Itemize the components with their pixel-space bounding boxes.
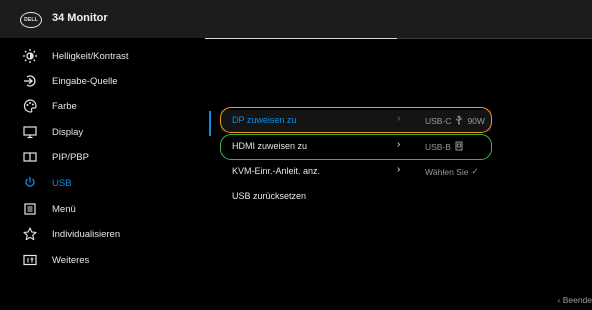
sidebar-item-label: Individualisieren xyxy=(52,228,121,240)
color-palette-icon xyxy=(22,98,38,114)
row-label: KVM-Einr.-Anleit. anz. xyxy=(232,166,321,176)
dell-logo: DELL xyxy=(20,12,42,28)
row-kvm-wizard[interactable]: KVM-Einr.-Anleit. anz. › Wählen Sie ✓ xyxy=(221,161,491,183)
header-divider-highlight xyxy=(205,38,397,39)
selection-indicator xyxy=(209,111,211,136)
brightness-icon xyxy=(22,48,38,64)
header-bar: DELL 34 Monitor xyxy=(0,0,592,38)
sidebar-item-pip-pbp[interactable]: PIP/PBP xyxy=(0,147,200,167)
check-icon: ✓ xyxy=(471,166,479,176)
sidebar-item-brightness-contrast[interactable]: Helligkeit/Kontrast xyxy=(0,46,200,66)
sidebar-item-color[interactable]: Farbe xyxy=(0,96,200,116)
chevron-right-icon: › xyxy=(397,164,401,175)
sidebar-item-menu[interactable]: Menü xyxy=(0,199,200,219)
sidebar-item-personalize[interactable]: Individualisieren xyxy=(0,224,200,244)
page-title: 34 Monitor xyxy=(52,12,108,24)
highlight-ring-green xyxy=(220,134,492,160)
sidebar-item-input-source[interactable]: Eingabe-Quelle xyxy=(0,71,200,91)
star-icon xyxy=(22,226,38,242)
highlight-ring-orange xyxy=(220,107,492,133)
sidebar-item-label: Menü xyxy=(52,203,76,215)
usb-icon xyxy=(22,175,38,191)
sidebar-item-label: Weiteres xyxy=(52,254,90,266)
display-icon xyxy=(22,124,38,140)
sidebar-item-label: Helligkeit/Kontrast xyxy=(52,50,129,62)
exit-button[interactable]: ‹ Beende xyxy=(558,295,592,305)
row-value: Wählen Sie ✓ xyxy=(425,166,479,177)
sidebar-item-label: Farbe xyxy=(52,100,77,112)
sidebar-item-others[interactable]: Weiteres xyxy=(0,250,200,270)
row-value-text: Wählen Sie xyxy=(425,166,469,177)
others-icon xyxy=(22,252,38,268)
sidebar-item-label: PIP/PBP xyxy=(52,151,89,163)
menu-icon xyxy=(22,201,38,217)
sidebar-item-label: Eingabe-Quelle xyxy=(52,75,118,87)
input-source-icon xyxy=(22,73,38,89)
sidebar-item-label: Display xyxy=(52,126,84,138)
row-label: USB zurücksetzen xyxy=(232,191,307,201)
sidebar-item-label: USB xyxy=(52,177,72,189)
sidebar-item-display[interactable]: Display xyxy=(0,122,200,142)
sidebar-item-usb[interactable]: USB xyxy=(0,173,200,193)
logo-text: DELL xyxy=(24,17,38,23)
pip-pbp-icon xyxy=(22,149,38,165)
row-usb-reset[interactable]: USB zurücksetzen xyxy=(221,186,491,208)
